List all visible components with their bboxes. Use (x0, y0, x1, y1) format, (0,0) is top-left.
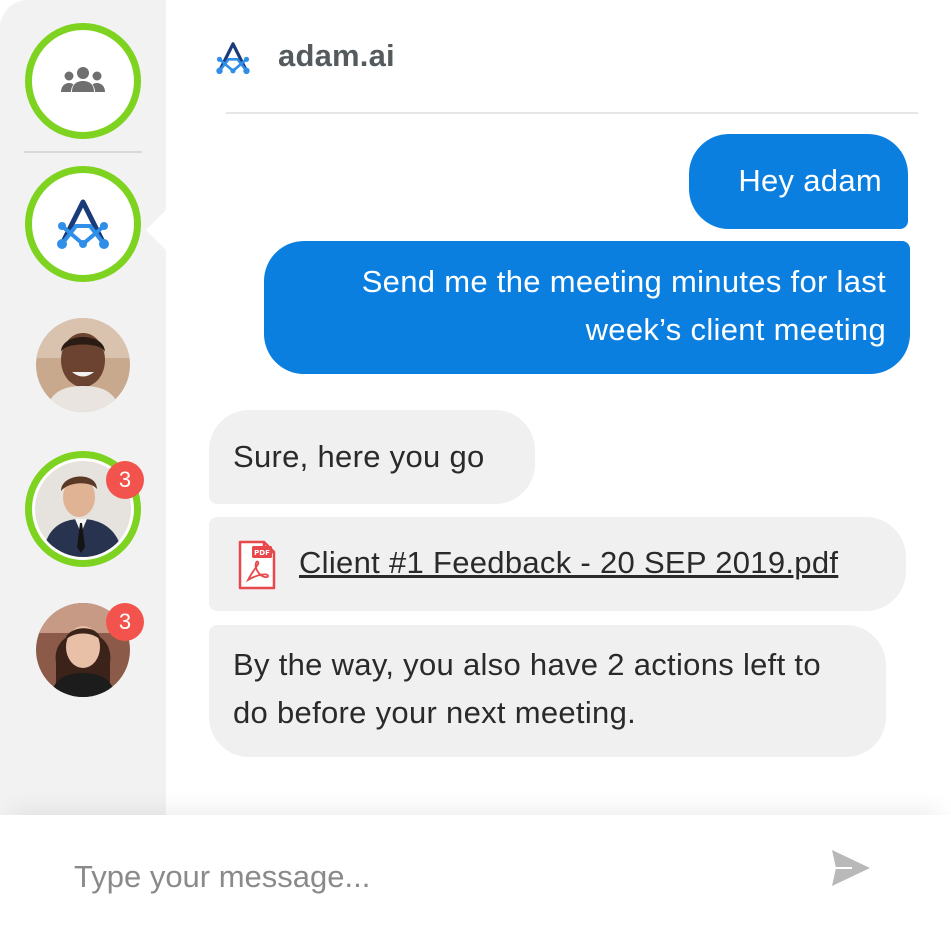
sidebar-item-adam[interactable] (25, 166, 141, 282)
message-incoming: By the way, you also have 2 actions left… (209, 625, 886, 757)
svg-text:PDF: PDF (254, 549, 270, 557)
chat-window: 3 3 adam.ai Hey adam Send me the meeting… (0, 0, 951, 929)
conversation-title: adam.ai (278, 38, 395, 73)
message-text-line: do before your next meeting. (233, 695, 637, 730)
unread-badge-user-2: 3 (106, 461, 144, 499)
unread-badge-user-3: 3 (106, 603, 144, 641)
send-icon[interactable] (830, 848, 872, 888)
message-text-line: By the way, you also have 2 actions left… (233, 647, 821, 682)
sidebar-item-group[interactable] (25, 23, 141, 139)
message-text-line: Send me the meeting minutes for last (361, 264, 886, 299)
message-file-attachment: Client #1 Feedback - 20 SEP 2019.pdf (209, 517, 906, 611)
header-divider (226, 112, 918, 114)
message-composer (0, 815, 951, 929)
active-conversation-pointer (146, 210, 166, 250)
adam-logo-icon (216, 42, 250, 75)
message-incoming: Sure, here you go (209, 410, 535, 504)
message-outgoing: Hey adam (689, 134, 908, 229)
pdf-file-icon[interactable]: PDF (238, 540, 276, 590)
adam-logo-icon (57, 199, 109, 249)
message-text-line: week’s client meeting (585, 312, 886, 347)
file-link[interactable]: Client #1 Feedback - 20 SEP 2019.pdf (299, 545, 838, 580)
message-outgoing: Send me the meeting minutes for last wee… (264, 241, 910, 374)
message-input[interactable] (72, 853, 776, 901)
sidebar-item-user-1[interactable] (36, 318, 130, 412)
avatar-user-1 (36, 318, 130, 412)
message-text: Sure, here you go (233, 439, 485, 474)
group-icon (61, 67, 105, 92)
sidebar-divider (24, 151, 142, 153)
message-text: Hey adam (738, 163, 882, 198)
